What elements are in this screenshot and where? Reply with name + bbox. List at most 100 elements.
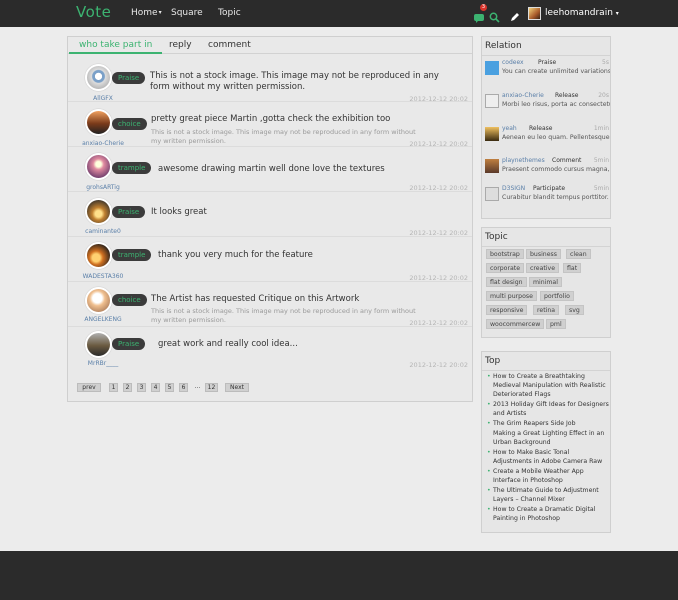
qr-icon xyxy=(485,94,499,108)
user-menu[interactable]: leehomandrain ▾ xyxy=(545,8,619,18)
tag[interactable]: portfolio xyxy=(540,291,574,301)
list-item[interactable]: anxiao-Cherie Release 20s Morbi leo risu… xyxy=(485,92,611,120)
bullet-icon: • xyxy=(487,373,491,380)
status-badge: choice xyxy=(112,118,147,130)
relation-user[interactable]: playnethemes xyxy=(502,157,545,164)
nav-square[interactable]: Square xyxy=(171,8,203,18)
list-item[interactable]: codeex Praise 5s You can create unlimite… xyxy=(485,59,611,87)
list-item[interactable]: D3SIGN Participate 5min Curabitur blandi… xyxy=(485,185,611,213)
list-item[interactable]: yeah Release 1min Aenean eu leo quam. Pe… xyxy=(485,125,611,153)
brand-logo[interactable]: Vote xyxy=(76,3,111,21)
notification-icon[interactable]: 3 xyxy=(474,4,487,23)
timestamp: 1min xyxy=(593,125,609,132)
tag[interactable]: business xyxy=(526,249,561,259)
footer xyxy=(0,551,678,600)
top-article-link[interactable]: • How to Create a Dramatic Digital Painti… xyxy=(487,505,609,523)
relation-text: Praesent commodo cursus magna, vel scele… xyxy=(502,166,610,173)
bullet-icon: • xyxy=(487,506,491,513)
status-badge: Praise xyxy=(112,206,146,218)
top-article-link[interactable]: • The Grim Reapers Side Job xyxy=(487,419,609,428)
tag[interactable]: pml xyxy=(546,319,566,329)
user-link[interactable]: grohsARTig xyxy=(68,184,138,191)
pager-page-1[interactable]: 1 xyxy=(109,383,118,392)
tag[interactable]: flat xyxy=(563,263,582,273)
tab-reply[interactable]: reply xyxy=(169,40,192,50)
tag[interactable]: creative xyxy=(526,263,560,273)
tag[interactable]: multi purpose xyxy=(486,291,537,301)
user-link[interactable]: WADESTA360 xyxy=(68,273,138,280)
bullet-icon: • xyxy=(487,401,491,408)
list-item: Praise AllGFX This is not a stock image.… xyxy=(68,58,472,103)
comment-subtext: This is not a stock image. This image ma… xyxy=(151,307,416,324)
user-link[interactable]: caminante0 xyxy=(68,228,138,235)
notification-badge: 3 xyxy=(480,4,487,11)
avatar[interactable] xyxy=(85,287,112,314)
pager-next-button[interactable]: Next xyxy=(225,383,249,392)
tag[interactable]: flat design xyxy=(486,277,527,287)
timestamp: 20s xyxy=(598,92,609,99)
relation-panel: Relation codeex Praise 5s You can create… xyxy=(481,36,611,219)
top-article-link[interactable]: • Create a Mobile Weather App Interface i… xyxy=(487,467,609,485)
tag[interactable]: svg xyxy=(565,305,584,315)
top-navbar: Vote Home▾ Square Topic 3 leehomandrain … xyxy=(0,0,678,27)
tag[interactable]: corporate xyxy=(486,263,525,273)
chevron-down-icon: ▾ xyxy=(615,10,619,17)
pager-page-6[interactable]: 6 xyxy=(179,383,188,392)
tab-who-take-part-in[interactable]: who take part in xyxy=(69,40,163,54)
avatar[interactable] xyxy=(85,153,112,180)
pencil-icon[interactable] xyxy=(509,8,520,21)
relation-user[interactable]: yeah xyxy=(502,125,517,132)
tag[interactable]: retina xyxy=(533,305,560,315)
top-article-link[interactable]: Making a Great Lighting Effect in an Urb… xyxy=(487,429,609,447)
relation-user[interactable]: anxiao-Cherie xyxy=(502,92,544,99)
top-article-title: 2013 Holiday Gift Ideas for Designers an… xyxy=(493,401,609,417)
relation-text: Aenean eu leo quam. Pellentesque ornare … xyxy=(502,134,610,141)
pager-page-2[interactable]: 2 xyxy=(123,383,132,392)
bullet-icon: • xyxy=(487,449,491,456)
comment-text: It looks great xyxy=(151,207,207,217)
timestamp: 2012-12-12 20:02 xyxy=(409,229,468,237)
avatar[interactable] xyxy=(85,109,112,136)
avatar[interactable] xyxy=(85,242,112,269)
bullet-icon: • xyxy=(487,468,491,475)
top-article-link[interactable]: • The Ultimate Guide to Adjustment Layers… xyxy=(487,486,609,504)
top-panel: Top • How to Create a Breathtaking Mediev… xyxy=(481,351,611,533)
list-item[interactable]: playnethemes Comment 5min Praesent commo… xyxy=(485,157,611,185)
top-article-title: How to Create a Dramatic Digital Paintin… xyxy=(493,506,596,522)
tag[interactable]: responsive xyxy=(486,305,528,315)
user-link[interactable]: anxiao-Cherie xyxy=(68,140,138,147)
avatar[interactable] xyxy=(85,198,112,225)
pager-prev-button[interactable]: prev xyxy=(77,383,101,392)
pager-page-5[interactable]: 5 xyxy=(165,383,174,392)
tag[interactable]: minimal xyxy=(529,277,562,287)
relation-user[interactable]: codeex xyxy=(502,59,524,66)
timestamp: 2012-12-12 20:02 xyxy=(409,274,468,282)
pager-page-4[interactable]: 4 xyxy=(151,383,160,392)
nav-home[interactable]: Home▾ xyxy=(131,8,162,18)
user-avatar[interactable] xyxy=(528,7,541,20)
top-article-link[interactable]: • How to Make Basic Tonal Adjustments in … xyxy=(487,448,609,466)
tag[interactable]: bootstrap xyxy=(486,249,524,259)
status-badge: Praise xyxy=(112,72,146,84)
relation-user[interactable]: D3SIGN xyxy=(502,185,525,192)
list-item: choice ANGELKENG The Artist has requeste… xyxy=(68,283,472,327)
comment-text: pretty great piece Martin ,gotta check t… xyxy=(151,114,391,124)
tab-comment[interactable]: comment xyxy=(208,40,251,50)
list-item: trample WADESTA360 thank you very much f… xyxy=(68,238,472,282)
top-article-link[interactable]: • How to Create a Breathtaking Medieval M… xyxy=(487,372,609,399)
pager-page-12[interactable]: 12 xyxy=(205,383,218,392)
user-link[interactable]: AllGFX xyxy=(68,95,138,102)
relation-action: Comment xyxy=(552,157,582,164)
nav-topic[interactable]: Topic xyxy=(218,8,241,18)
status-badge: trample xyxy=(112,249,152,261)
tag[interactable]: clean xyxy=(566,249,591,259)
pager-page-3[interactable]: 3 xyxy=(137,383,146,392)
user-link[interactable]: ANGELKENG xyxy=(68,316,138,323)
avatar[interactable] xyxy=(85,64,112,91)
user-link[interactable]: MrRBr____ xyxy=(68,360,138,367)
search-icon[interactable] xyxy=(489,8,500,23)
avatar[interactable] xyxy=(85,331,112,358)
tag[interactable]: woocommercew xyxy=(486,319,545,329)
top-article-link[interactable]: • 2013 Holiday Gift Ideas for Designers a… xyxy=(487,400,609,418)
timestamp: 2012-12-12 20:02 xyxy=(409,140,468,148)
